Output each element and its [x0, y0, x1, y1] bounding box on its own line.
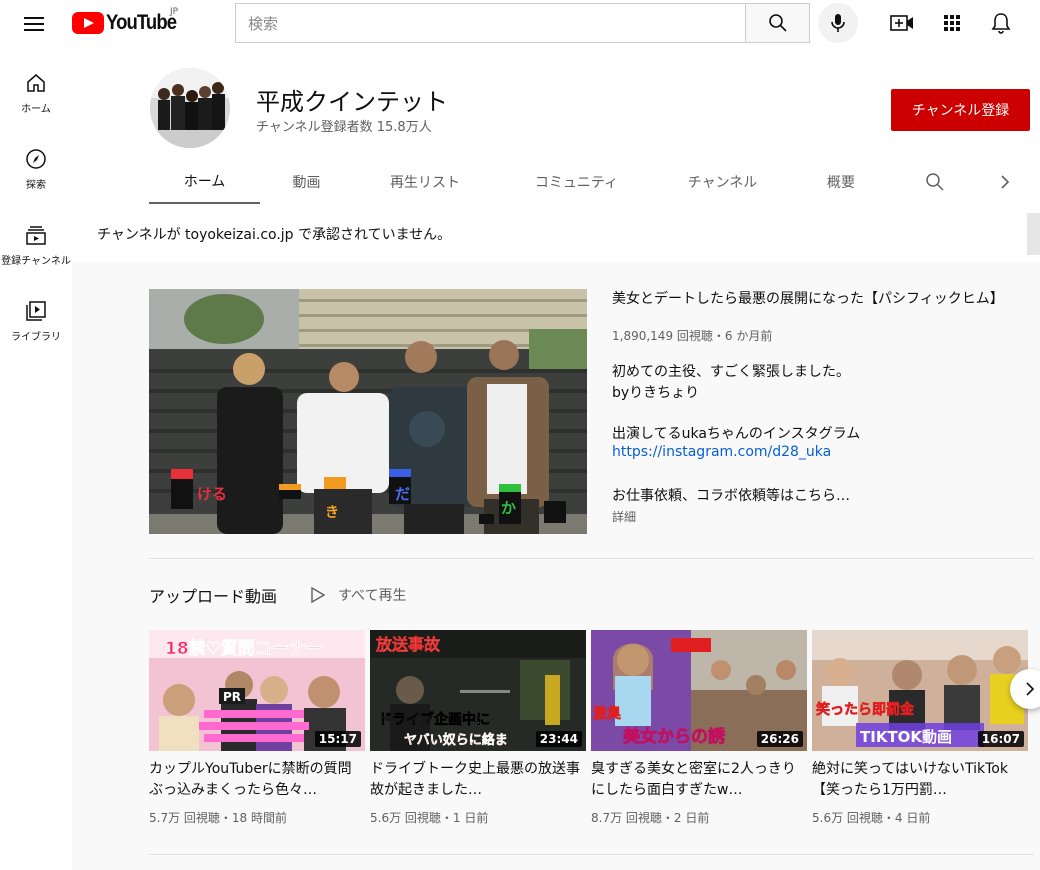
subscriber-count: チャンネル登録者数 15.8万人 [256, 120, 432, 135]
divider [149, 854, 1034, 855]
thumbnail-overlay-text: TIKTOK動画 [860, 728, 952, 746]
play-all-label: すべて再生 [338, 588, 407, 604]
tabs-next-button[interactable] [993, 160, 1017, 204]
video-duration: 15:17 [314, 731, 361, 747]
channel-title: 平成クインテット [256, 88, 448, 116]
tab-videos[interactable]: 動画 [274, 160, 339, 204]
logo-region: JP [170, 7, 179, 17]
search-button[interactable] [745, 3, 810, 43]
library-icon [26, 301, 46, 321]
subscribe-button[interactable]: チャンネル登録 [891, 89, 1030, 131]
sidebar-item-label: ホーム [21, 104, 51, 115]
sidebar-item-label: 探索 [26, 180, 46, 191]
video-title[interactable]: カップルYouTuberに禁断の質問ぶっ込みまくったら色々… [149, 759, 365, 801]
video-meta: 5.7万 回視聴・18 時間前 [149, 811, 287, 825]
featured-video-meta: 1,890,149 回視聴・6 か月前 [612, 329, 773, 343]
video-meta: 5.6万 回視聴・1 日前 [370, 811, 489, 825]
caption-text: ける [197, 485, 227, 503]
play-all-button[interactable]: すべて再生 [310, 584, 406, 606]
video-thumbnail[interactable]: 18禁♡質問コーナー PR 15:17 [149, 630, 365, 751]
video-duration: 16:07 [977, 731, 1024, 747]
sidebar-item-explore[interactable]: 探索 [0, 132, 72, 206]
video-card[interactable]: 笑ったら即罰金 TIKTOK動画 16:07 絶対に笑ってはいけないTikTok… [812, 630, 1028, 826]
sidebar-item-home[interactable]: ホーム [0, 56, 72, 130]
voice-search-button[interactable] [818, 3, 858, 43]
tab-home[interactable]: ホーム [149, 160, 260, 204]
video-card[interactable]: 放送事故 ドライブ企画中に ヤバい奴らに絡ま 23:44 ドライブトーク史上最悪… [370, 630, 586, 826]
video-duration: 23:44 [535, 731, 582, 747]
sidebar: ホーム 探索 登録チャンネル ライブラリ [0, 48, 72, 870]
youtube-play-icon [72, 12, 104, 34]
video-thumbnail[interactable]: 放送事故 ドライブ企画中に ヤバい奴らに絡ま 23:44 [370, 630, 586, 751]
video-thumbnail[interactable]: 笑ったら即罰金 TIKTOK動画 16:07 [812, 630, 1028, 751]
channel-tabs: ホーム 動画 再生リスト コミュニティ チャンネル 概要 [149, 160, 1029, 204]
notifications-button[interactable] [988, 10, 1014, 36]
play-icon [311, 586, 326, 604]
create-video-icon [890, 15, 913, 31]
sidebar-item-subscriptions[interactable]: 登録チャンネル [0, 208, 72, 282]
thumbnail-overlay-text: 18禁♡質問コーナー [165, 638, 323, 659]
channel-avatar[interactable] [150, 68, 230, 148]
tab-channels[interactable]: チャンネル [670, 160, 775, 204]
channel-search-button[interactable] [917, 160, 953, 204]
featured-description: 初めての主役、すごく緊張しました。 [612, 364, 850, 380]
featured-description: お仕事依頼、コラボ依頼等はこちら… [612, 488, 850, 504]
explore-icon [26, 149, 46, 169]
video-thumbnail[interactable]: 激臭 美女からの誘 26:26 [591, 630, 807, 751]
video-title[interactable]: 絶対に笑ってはいけないTikTok【笑ったら1万円罰… [812, 759, 1028, 801]
caption-text: か [501, 499, 516, 517]
sidebar-item-library[interactable]: ライブラリ [0, 284, 72, 358]
video-meta: 5.6万 回視聴・4 日前 [812, 811, 931, 825]
featured-description: 出演してるukaちゃんのインスタグラム [612, 426, 861, 442]
sidebar-item-label: 登録チャンネル [1, 256, 71, 267]
video-duration: 26:26 [756, 731, 803, 747]
bell-icon [991, 13, 1011, 34]
sidebar-item-label: ライブラリ [11, 332, 61, 343]
verification-notice: チャンネルが toyokeizai.co.jp で承認されていません。 [97, 227, 452, 243]
thumbnail-overlay-text: 笑ったら即罰金 [816, 701, 915, 718]
scrollbar[interactable] [1027, 213, 1040, 255]
thumbnail-overlay-text: PR [223, 690, 241, 704]
tab-about[interactable]: 概要 [813, 160, 869, 204]
chevron-right-icon [1001, 175, 1010, 189]
search-input[interactable]: 検索 [235, 3, 745, 43]
thumbnail-overlay-text: 激臭 [593, 705, 622, 722]
menu-icon[interactable] [22, 12, 46, 36]
read-more-link[interactable]: 詳細 [612, 508, 636, 525]
microphone-icon [831, 14, 845, 32]
caption-text: き [325, 505, 339, 521]
tab-playlists[interactable]: 再生リスト [370, 160, 480, 204]
home-icon [27, 74, 45, 92]
apps-button[interactable] [939, 10, 965, 36]
logo-text: YouTube [106, 11, 177, 34]
main-content: 平成クインテット チャンネル登録者数 15.8万人 チャンネル登録 ホーム 動画… [72, 48, 1040, 870]
tab-community[interactable]: コミュニティ [514, 160, 639, 204]
featured-video-thumbnail[interactable]: ける き だ か [149, 289, 587, 534]
channel-header: 平成クインテット チャンネル登録者数 15.8万人 チャンネル登録 ホーム 動画… [72, 48, 1040, 262]
thumbnail-overlay-text: ヤバい奴らに絡ま [404, 732, 508, 748]
thumbnail-overlay-text: 放送事故 [375, 635, 441, 654]
caption-text: だ [395, 485, 410, 503]
chevron-right-icon [1026, 682, 1035, 696]
video-card[interactable]: 激臭 美女からの誘 26:26 臭すぎる美女と密室に2人っきりにしたら面白すぎた… [591, 630, 807, 826]
thumbnail-overlay-text: 美女からの誘 [623, 726, 726, 747]
search-icon [768, 14, 787, 32]
search-icon [926, 173, 944, 191]
uploads-title[interactable]: アップロード動画 [149, 583, 277, 607]
instagram-link[interactable]: https://instagram.com/d28_uka [612, 444, 831, 460]
create-video-button[interactable] [889, 10, 915, 36]
divider [149, 558, 1034, 559]
apps-grid-icon [944, 15, 960, 31]
featured-video-title[interactable]: 美女とデートしたら最悪の展開になった【パシフィックヒム】 [612, 288, 1004, 308]
video-meta: 8.7万 回視聴・2 日前 [591, 811, 710, 825]
top-bar: YouTube JP 検索 [0, 0, 1040, 48]
video-title[interactable]: ドライブトーク史上最悪の放送事故が起きました… [370, 759, 586, 801]
thumbnail-overlay-text: ドライブ企画中に [378, 711, 490, 728]
youtube-logo[interactable]: YouTube [72, 11, 186, 35]
video-card[interactable]: 18禁♡質問コーナー PR 15:17 カップルYouTuberに禁断の質問ぶっ… [149, 630, 365, 826]
featured-description: byりきちょり [612, 385, 700, 401]
subscriptions-icon [26, 226, 46, 245]
video-title[interactable]: 臭すぎる美女と密室に2人っきりにしたら面白すぎたw… [591, 759, 807, 801]
